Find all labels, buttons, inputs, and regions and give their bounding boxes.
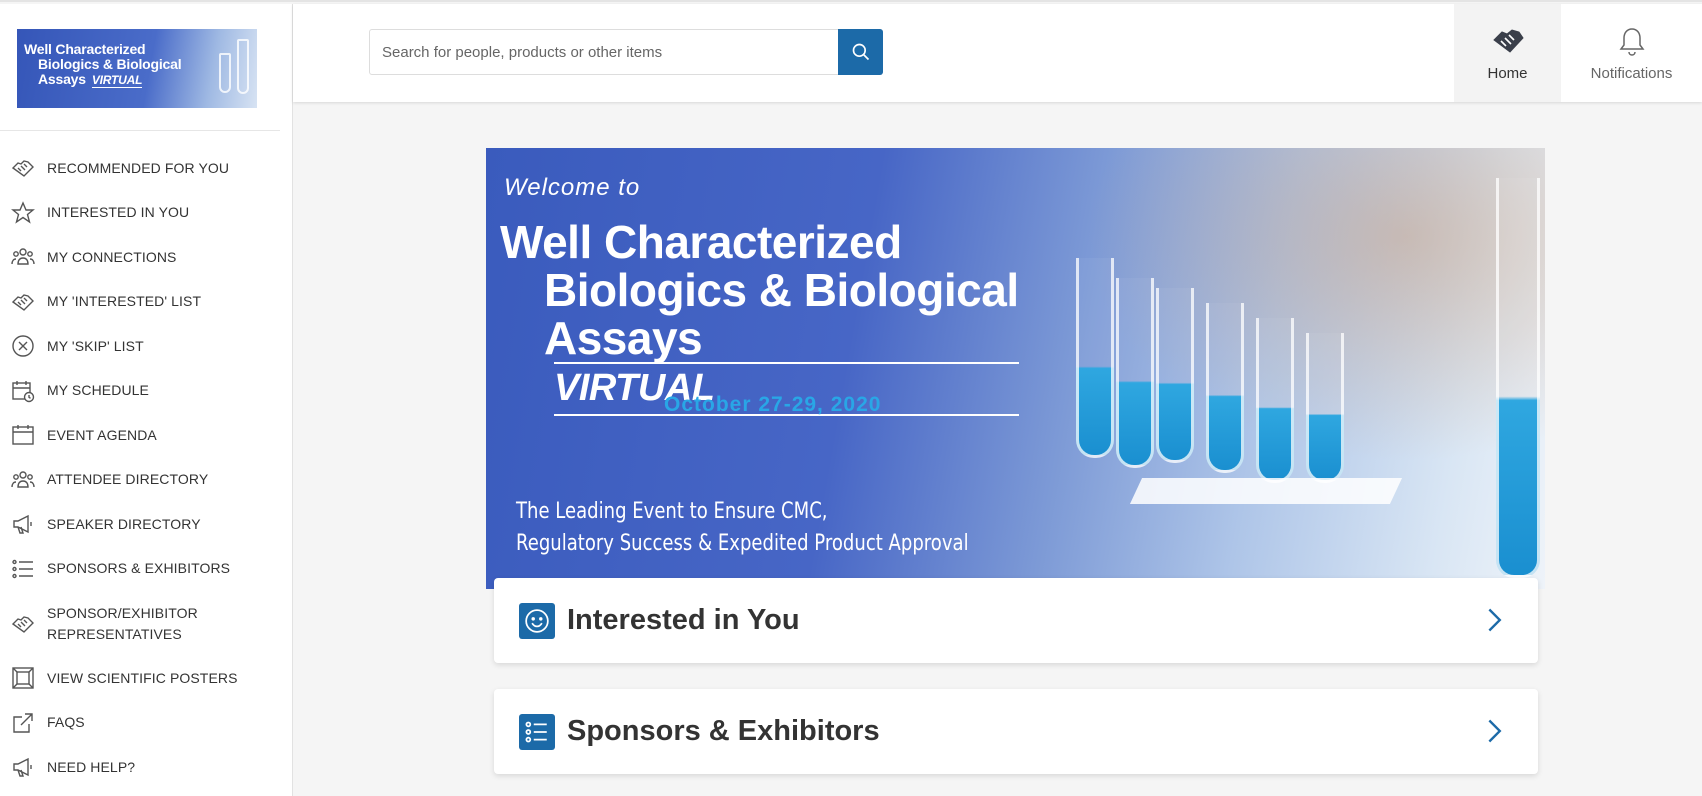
sidebar-divider (0, 130, 280, 131)
sidebar-item-label: ATTENDEE DIRECTORY (47, 471, 209, 488)
event-logo[interactable]: Well Characterized Biologics & Biologica… (17, 29, 257, 108)
banner-title-line-1: Well Characterized (500, 216, 902, 268)
test-tube-graphic (1306, 333, 1344, 483)
handshake-icon (10, 289, 36, 315)
logo-line-3-text: Assays (38, 71, 86, 87)
card-interested-in-you[interactable]: Interested in You (494, 578, 1538, 663)
logo-line-1: Well Characterized (24, 41, 146, 57)
list-icon (519, 713, 555, 750)
sidebar-item-label: FAQS (47, 714, 85, 731)
sidebar-item-need-help[interactable]: NEED HELP? (0, 745, 293, 790)
close-circle-icon (10, 333, 36, 359)
sidebar-item-faqs[interactable]: FAQS (0, 701, 293, 746)
sidebar: Well Characterized Biologics & Biologica… (0, 4, 293, 796)
sidebar-nav: RECOMMENDED FOR YOU INTERESTED IN YOU MY… (0, 146, 293, 790)
sidebar-item-my-skip-list[interactable]: MY 'SKIP' LIST (0, 324, 293, 369)
sidebar-item-attendee-directory[interactable]: ATTENDEE DIRECTORY (0, 458, 293, 503)
sidebar-item-interested-in-you[interactable]: INTERESTED IN YOU (0, 191, 293, 236)
people-icon (10, 467, 36, 493)
nav-notifications-label: Notifications (1590, 64, 1673, 82)
sidebar-item-sponsors-exhibitors[interactable]: SPONSORS & EXHIBITORS (0, 547, 293, 592)
calendar-clock-icon (10, 378, 36, 404)
banner-tagline: The Leading Event to Ensure CMC, Regulat… (516, 496, 969, 560)
search-input[interactable] (370, 30, 836, 74)
logo-glassware-graphic (219, 53, 231, 93)
sidebar-item-label: SPONSOR/EXHIBITOR REPRESENTATIVES (47, 604, 198, 642)
bell-icon (1619, 27, 1644, 56)
sidebar-item-label: MY 'SKIP' LIST (47, 337, 144, 354)
sidebar-item-label: NEED HELP? (47, 758, 136, 775)
nav-home[interactable]: Home (1454, 4, 1561, 102)
test-tube-graphic (1116, 278, 1154, 468)
sidebar-item-my-connections[interactable]: MY CONNECTIONS (0, 235, 293, 280)
handshake-icon (10, 611, 36, 637)
banner-tagline-line-1: The Leading Event to Ensure CMC, (516, 499, 828, 524)
sidebar-item-event-agenda[interactable]: EVENT AGENDA (0, 413, 293, 458)
test-tube-graphic (1156, 288, 1194, 463)
external-link-icon (10, 710, 36, 736)
megaphone-icon (10, 754, 36, 780)
banner-date: October 27-29, 2020 (664, 393, 882, 416)
smiley-icon (519, 602, 555, 639)
sidebar-item-label: MY CONNECTIONS (47, 248, 177, 265)
people-icon (10, 244, 36, 270)
sidebar-item-label: VIEW SCIENTIFIC POSTERS (47, 669, 238, 686)
banner-title: Well Characterized Biologics & Biologica… (500, 218, 1019, 416)
logo-line-3: Assays VIRTUAL (24, 72, 181, 88)
logo-line-2: Biologics & Biological (38, 56, 182, 72)
handshake-icon (10, 155, 36, 181)
tube-rack-graphic (1129, 478, 1403, 504)
sidebar-item-label: SPONSORS & EXHIBITORS (47, 560, 231, 577)
sidebar-item-label: INTERESTED IN YOU (47, 204, 190, 221)
frame-icon (10, 665, 36, 691)
sidebar-item-label: EVENT AGENDA (47, 426, 157, 443)
test-tube-graphic (1076, 258, 1114, 458)
megaphone-icon (10, 511, 36, 537)
search-button[interactable] (838, 29, 883, 75)
chevron-right-icon (1480, 606, 1508, 634)
sidebar-item-view-scientific-posters[interactable]: VIEW SCIENTIFIC POSTERS (0, 656, 293, 701)
sidebar-item-my-schedule[interactable]: MY SCHEDULE (0, 369, 293, 414)
nav-home-label: Home (1487, 64, 1528, 82)
calendar-icon (10, 422, 36, 448)
list-icon (10, 556, 36, 582)
test-tube-graphic (1496, 178, 1540, 578)
sidebar-item-speaker-directory[interactable]: SPEAKER DIRECTORY (0, 502, 293, 547)
sidebar-item-sponsor-exhibitor-representatives[interactable]: SPONSOR/EXHIBITOR REPRESENTATIVES (0, 591, 293, 656)
banner-title-line-2: Biologics & Biological (544, 264, 1019, 316)
card-title: Sponsors & Exhibitors (567, 715, 880, 747)
chevron-right-icon (1480, 717, 1508, 745)
banner-title-line-3-text: Assays (544, 312, 703, 364)
banner-tagline-line-2: Regulatory Success & Expedited Product A… (516, 531, 969, 556)
card-sponsors-exhibitors[interactable]: Sponsors & Exhibitors (494, 689, 1538, 774)
sidebar-item-recommended-for-you[interactable]: RECOMMENDED FOR YOU (0, 146, 293, 191)
sidebar-item-label: MY SCHEDULE (47, 382, 149, 399)
card-title: Interested in You (567, 604, 800, 636)
logo-virtual: VIRTUAL (91, 73, 143, 88)
nav-notifications[interactable]: Notifications (1561, 4, 1702, 102)
sidebar-item-my-interested-list[interactable]: MY 'INTERESTED' LIST (0, 280, 293, 325)
welcome-banner: Welcome to Well Characterized Biologics … (486, 148, 1545, 589)
sidebar-item-label: RECOMMENDED FOR YOU (47, 159, 230, 176)
logo-glassware-graphic (237, 39, 249, 94)
search-icon (852, 43, 869, 61)
banner-welcome-text: Welcome to (504, 174, 641, 201)
handshake-icon (1492, 28, 1524, 53)
top-bar: Home Notifications (293, 4, 1702, 102)
test-tube-graphic (1206, 303, 1244, 473)
star-icon (10, 200, 36, 226)
test-tube-graphic (1256, 318, 1294, 483)
search-box (369, 29, 883, 75)
sidebar-item-label: MY 'INTERESTED' LIST (47, 293, 202, 310)
logo-text: Well Characterized Biologics & Biologica… (24, 41, 182, 88)
sidebar-item-label: SPEAKER DIRECTORY (47, 515, 201, 532)
